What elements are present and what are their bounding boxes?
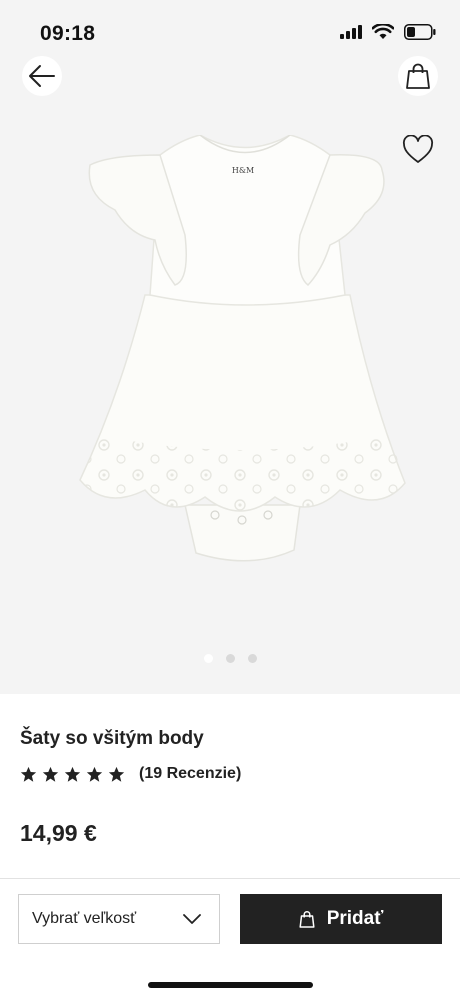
- star-icon: [86, 766, 103, 782]
- review-count-link[interactable]: (19 Recenzie): [139, 765, 241, 783]
- status-bar: 09:18: [0, 0, 460, 45]
- brand-tag: H&M: [232, 166, 254, 175]
- rating-stars: [20, 766, 125, 783]
- gallery-dot[interactable]: [225, 654, 235, 663]
- product-rating[interactable]: (19 Recenzie): [20, 764, 440, 784]
- product-title: Šaty so všitým body: [20, 728, 204, 749]
- status-icons: [340, 24, 436, 40]
- gallery-dot[interactable]: [247, 654, 257, 663]
- product-info: Šaty so všitým body (19 Recenzie): [20, 728, 440, 784]
- back-arrow-icon: [29, 65, 55, 87]
- add-to-bag-button[interactable]: Pridať: [240, 894, 442, 944]
- size-select-label: Vybrať veľkosť: [32, 910, 137, 927]
- size-select[interactable]: Vybrať veľkosť: [18, 894, 220, 944]
- star-icon: [20, 766, 37, 782]
- star-icon: [64, 766, 81, 782]
- shopping-bag-icon: [406, 63, 430, 89]
- add-to-bag-label: Pridať: [326, 908, 384, 929]
- star-icon: [42, 766, 59, 782]
- bottom-action-bar: Vybrať veľkosť Pridať: [0, 878, 460, 997]
- product-price: 14,99 €: [20, 820, 97, 846]
- star-icon: [108, 766, 125, 782]
- shopping-bag-button[interactable]: [398, 56, 438, 96]
- back-button[interactable]: [22, 56, 62, 96]
- chevron-down-icon: [183, 913, 201, 924]
- gallery-dot[interactable]: [203, 654, 213, 663]
- home-indicator: [148, 982, 313, 988]
- wifi-icon: [372, 24, 394, 39]
- signal-icon: [340, 25, 362, 39]
- gallery-pagination: [0, 654, 460, 663]
- product-image: H&M: [79, 135, 406, 562]
- battery-icon: [404, 24, 436, 40]
- product-gallery[interactable]: H&M: [0, 40, 460, 694]
- shopping-bag-icon: [299, 911, 315, 928]
